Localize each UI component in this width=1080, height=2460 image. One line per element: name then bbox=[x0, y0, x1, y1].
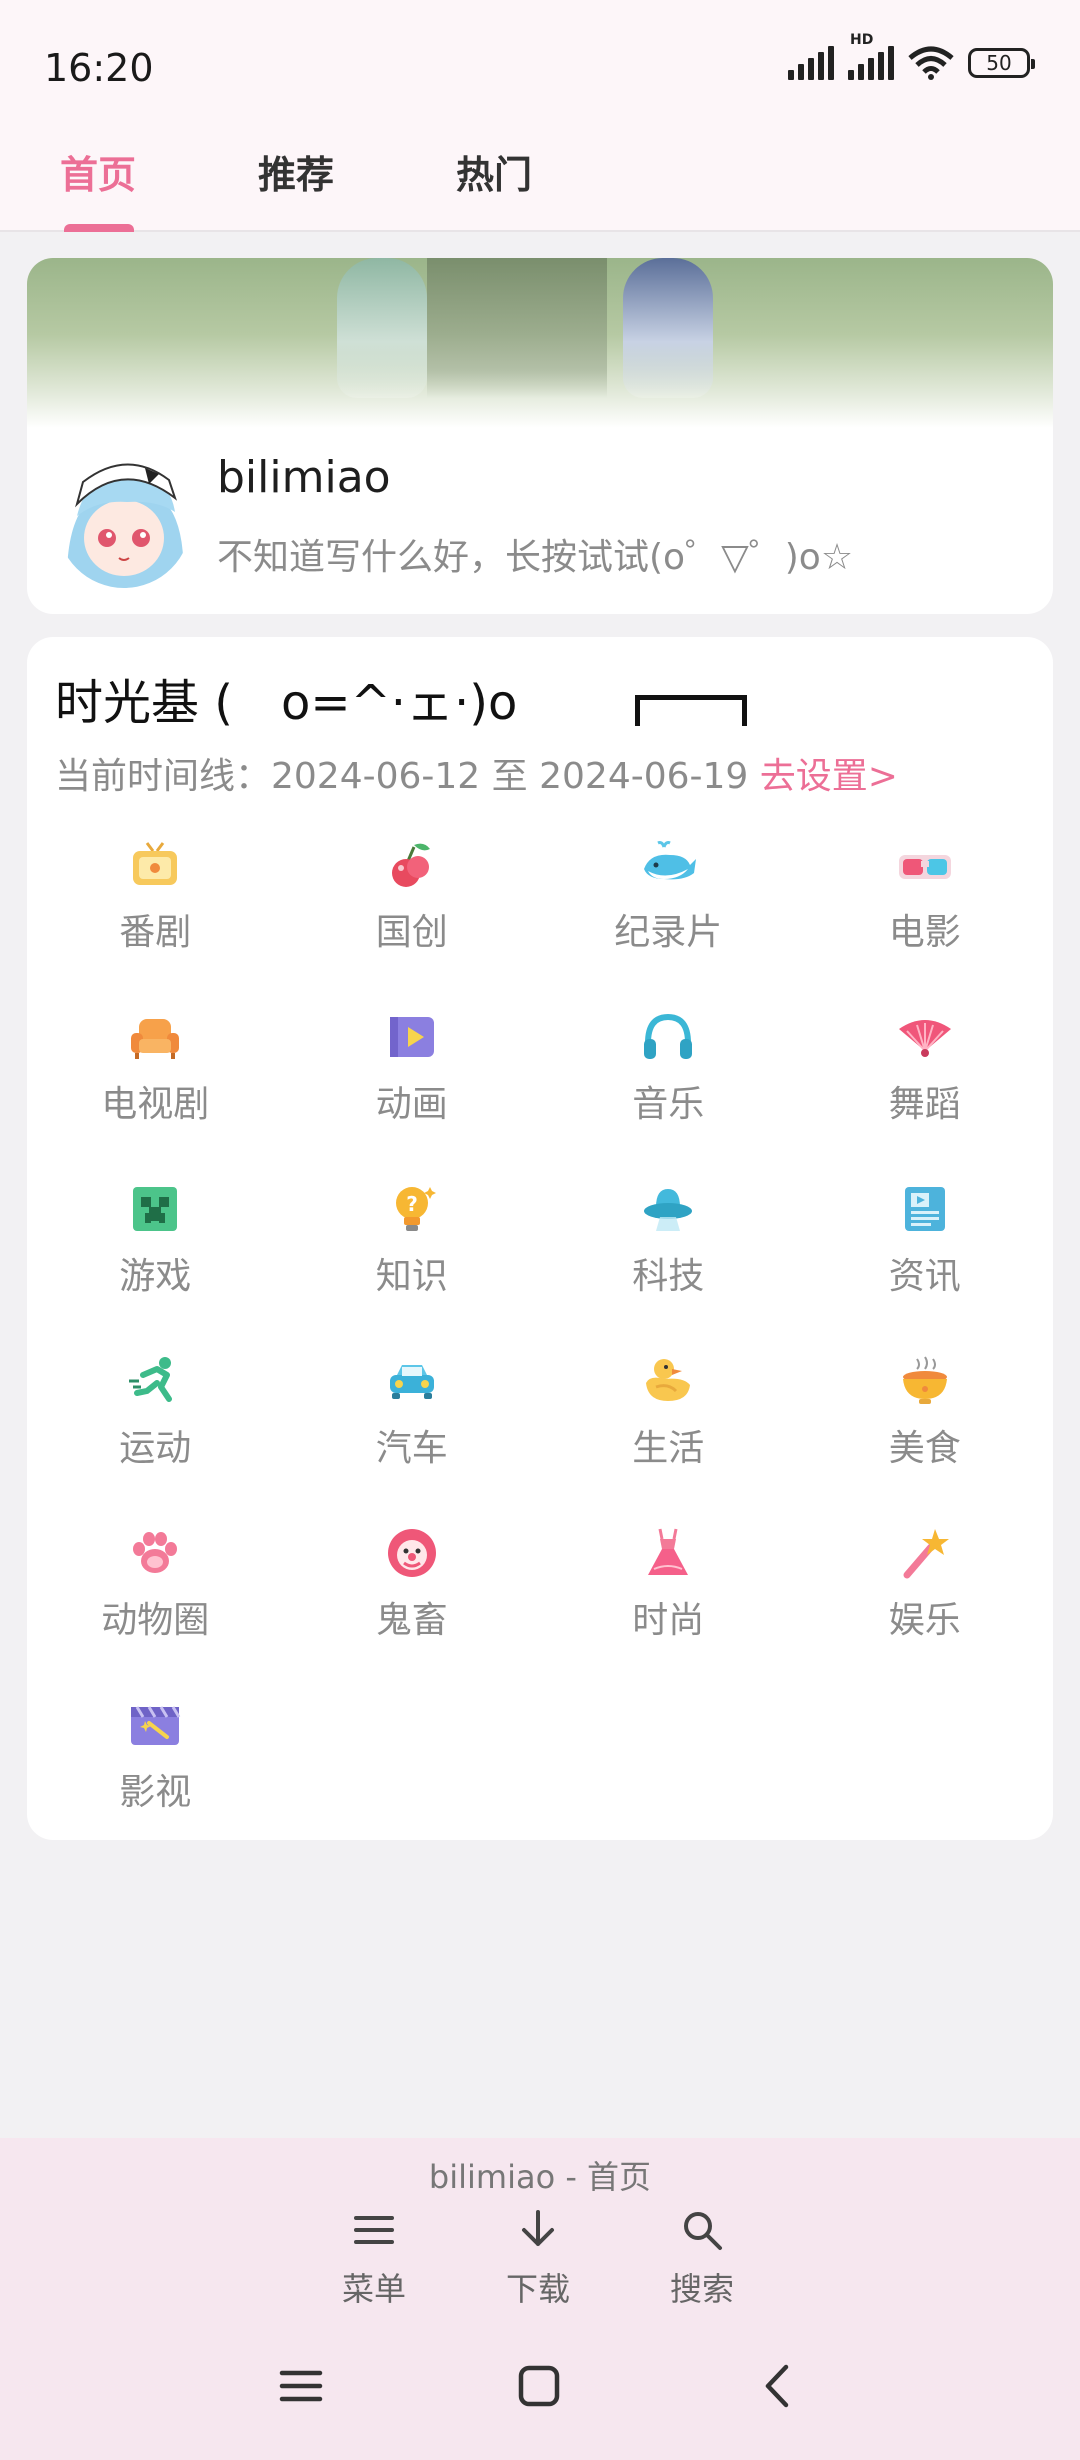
svg-text:?: ? bbox=[406, 1192, 418, 1216]
bottom-bar-title: bilimiao - 首页 bbox=[428, 2158, 652, 2196]
cellular-signal-icon bbox=[788, 46, 834, 80]
avatar-image bbox=[57, 454, 191, 588]
category-bangumi[interactable]: 番剧 bbox=[27, 829, 284, 1001]
profile-banner bbox=[27, 258, 1053, 428]
category-food[interactable]: 美食 bbox=[797, 1345, 1054, 1517]
tv-icon bbox=[133, 842, 178, 885]
category-music[interactable]: 音乐 bbox=[540, 1001, 797, 1173]
timeline-title-decoration bbox=[635, 695, 747, 726]
wifi-icon bbox=[908, 46, 954, 80]
category-fashion[interactable]: 时尚 bbox=[540, 1517, 797, 1689]
back-icon[interactable] bbox=[756, 2363, 802, 2409]
category-tv-series[interactable]: 电视剧 bbox=[27, 1001, 284, 1173]
download-icon bbox=[522, 2210, 554, 2246]
category-car[interactable]: 汽车 bbox=[284, 1345, 541, 1517]
username: bilimiao bbox=[217, 452, 391, 503]
ufo-icon bbox=[644, 1189, 693, 1231]
category-grid: 番剧 国创 纪录片 电影 电视剧 动画 音乐 舞蹈 游戏 ? 知识 科技 资讯 … bbox=[27, 829, 1053, 1840]
dress-icon bbox=[648, 1528, 689, 1575]
runner-icon bbox=[129, 1357, 173, 1402]
fan-icon bbox=[898, 1020, 951, 1057]
category-life[interactable]: 生活 bbox=[540, 1345, 797, 1517]
avatar[interactable] bbox=[57, 454, 191, 588]
timeline-title: 时光基 ( o=^·ェ·)o bbox=[55, 675, 518, 731]
category-game[interactable]: 游戏 bbox=[27, 1173, 284, 1345]
category-knowledge[interactable]: ? 知识 bbox=[284, 1173, 541, 1345]
category-animals[interactable]: 动物圈 bbox=[27, 1517, 284, 1689]
paw-icon bbox=[133, 1532, 178, 1573]
tab-recommend[interactable]: 推荐 bbox=[258, 144, 334, 199]
headphones-icon bbox=[644, 1013, 693, 1059]
battery-icon: 50 bbox=[968, 48, 1035, 78]
tab-indicator bbox=[64, 224, 134, 232]
profile-card[interactable]: bilimiao 不知道写什么好，长按试试(o゜▽゜)o☆ bbox=[27, 258, 1053, 614]
category-entertainment[interactable]: 娱乐 bbox=[797, 1517, 1054, 1689]
category-film-tv[interactable]: 影视 bbox=[27, 1689, 284, 1840]
category-tech[interactable]: 科技 bbox=[540, 1173, 797, 1345]
creeper-icon bbox=[133, 1187, 178, 1231]
lightbulb-icon: ? bbox=[395, 1187, 436, 1231]
magic-wand-icon bbox=[903, 1529, 949, 1579]
menu-icon bbox=[354, 2216, 394, 2244]
cherry-icon bbox=[391, 843, 430, 887]
status-time: 16:20 bbox=[44, 46, 154, 90]
food-bowl-icon bbox=[902, 1356, 947, 1404]
search-button[interactable]: 搜索 bbox=[642, 2206, 762, 2310]
duck-icon bbox=[646, 1359, 691, 1401]
bottom-app-bar: bilimiao - 首页 菜单 下载 搜索 bbox=[0, 2138, 1080, 2460]
timeline-card: 时光基 ( o=^·ェ·)o 当前时间线：2024-06-12 至 2024-0… bbox=[27, 637, 1053, 1840]
category-kichiku[interactable]: 鬼畜 bbox=[284, 1517, 541, 1689]
category-movie[interactable]: 电影 bbox=[797, 829, 1054, 1001]
sofa-icon bbox=[131, 1019, 180, 1059]
timeline-range: 当前时间线：2024-06-12 至 2024-06-19 去设置> bbox=[55, 756, 898, 797]
recent-apps-icon[interactable] bbox=[278, 2363, 324, 2409]
tab-home[interactable]: 首页 bbox=[60, 144, 136, 199]
status-bar: 16:20 HD 50 bbox=[0, 0, 1080, 130]
status-icons: HD 50 bbox=[788, 32, 1035, 80]
download-button[interactable]: 下载 bbox=[478, 2206, 598, 2310]
category-dance[interactable]: 舞蹈 bbox=[797, 1001, 1054, 1173]
clown-icon bbox=[387, 1529, 436, 1577]
menu-button[interactable]: 菜单 bbox=[314, 2206, 434, 2310]
3d-glasses-icon bbox=[898, 855, 951, 879]
clapperboard-icon bbox=[131, 1706, 181, 1745]
user-bio: 不知道写什么好，长按试试(o゜▽゜)o☆ bbox=[217, 537, 854, 578]
tab-hot[interactable]: 热门 bbox=[456, 144, 532, 199]
play-icon bbox=[389, 1017, 434, 1057]
settings-link[interactable]: 去设置> bbox=[760, 756, 898, 797]
category-sports[interactable]: 运动 bbox=[27, 1345, 284, 1517]
top-tab-bar: 首页 推荐 热门 bbox=[0, 130, 1080, 232]
whale-icon bbox=[644, 841, 697, 880]
cellular-signal-hd-icon: HD bbox=[848, 32, 894, 80]
home-icon[interactable] bbox=[516, 2363, 562, 2409]
newspaper-icon bbox=[904, 1187, 945, 1231]
search-icon bbox=[684, 2212, 722, 2250]
category-news[interactable]: 资讯 bbox=[797, 1173, 1054, 1345]
car-icon bbox=[389, 1365, 434, 1399]
category-documentary[interactable]: 纪录片 bbox=[540, 829, 797, 1001]
category-animation[interactable]: 动画 bbox=[284, 1001, 541, 1173]
category-guochuang[interactable]: 国创 bbox=[284, 829, 541, 1001]
